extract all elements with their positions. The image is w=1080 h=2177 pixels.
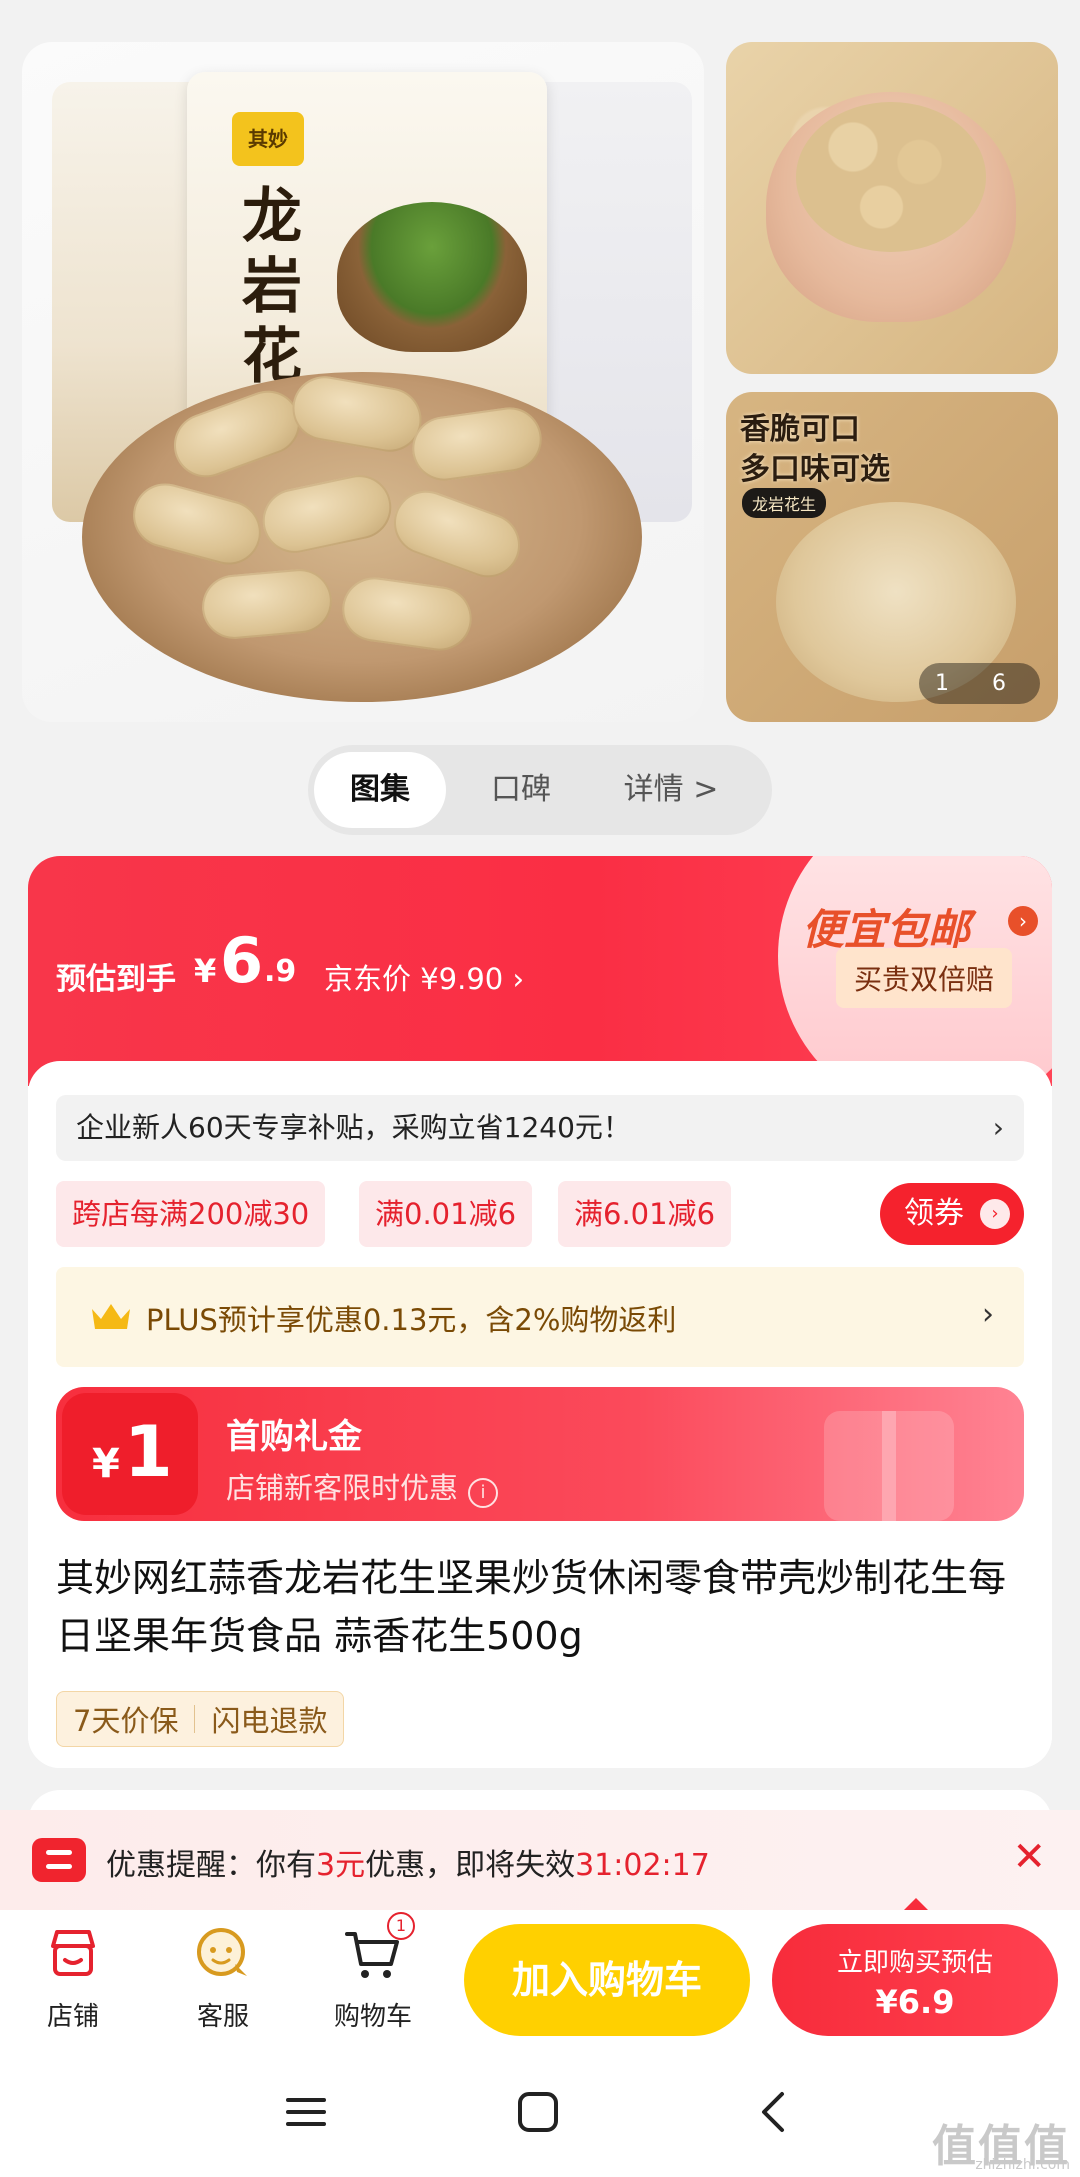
gift-subtitle: 店铺新客限时优惠 i: [226, 1465, 499, 1508]
customer-service-label: 客服: [196, 2002, 249, 2032]
chevron-right-icon[interactable]: ›: [1008, 906, 1038, 936]
back-icon[interactable]: [752, 2090, 796, 2134]
enterprise-subsidy-notice[interactable]: 企业新人60天专享补贴，采购立省1240元！ ›: [56, 1095, 1024, 1161]
close-icon[interactable]: ✕: [1012, 1834, 1046, 1880]
customer-service-icon: [193, 1924, 253, 1984]
plus-discount-text: PLUS预计享优惠0.13元，含2%购物返利: [146, 1303, 677, 1337]
store-icon: [43, 1924, 103, 1984]
product-title: 其妙网红蒜香龙岩花生坚果炒货休闲零食带壳炒制花生每日坚果年货食品 蒜香花生500…: [56, 1556, 1007, 1658]
main-product-image[interactable]: 其妙 龙岩花生: [22, 42, 704, 722]
home-icon[interactable]: [516, 2090, 560, 2134]
price-guarantee-badge: 买贵双倍赔: [836, 948, 1013, 1008]
price-card-body: 企业新人60天专享补贴，采购立省1240元！ › 跨店每满200减30 满0.0…: [28, 1061, 1052, 1768]
add-to-cart-button[interactable]: 加入购物车: [464, 1924, 750, 2036]
gift-currency: ¥: [92, 1441, 120, 1487]
product-gallery: 其妙 龙岩花生 香脆可口 多口味可选 龙岩花生 1 6: [0, 0, 1080, 725]
thumbnail-tag: 龙岩花生: [742, 488, 827, 518]
bottom-action-bar: 店铺 客服 1 购物车 加入购物车 立即购买预估 ¥6.9: [0, 1910, 1080, 2060]
brand-logo: 其妙: [232, 112, 304, 166]
thumbnail-hands[interactable]: [726, 42, 1058, 374]
price-banner: 预估到手 ¥ 6 .9 京东价 ¥9.90 › 便宜包邮 › 买贵双倍赔: [28, 856, 1052, 1116]
peanuts-in-hands: [796, 102, 986, 252]
cart-button[interactable]: 1 购物车: [318, 1912, 428, 2033]
countdown-timer: 31:02:17: [575, 1848, 710, 1883]
crown-icon: [92, 1304, 130, 1329]
gift-amount: 1: [124, 1411, 173, 1493]
reminder-text: 优惠提醒：你有3元优惠，即将失效31:02:17: [106, 1848, 710, 1883]
gift-amount-box: ¥ 1: [62, 1393, 198, 1515]
thumbnail-caption: 香脆可口 多口味可选: [740, 412, 890, 487]
cart-label: 购物车: [333, 2002, 412, 2032]
menu-icon[interactable]: [284, 2090, 328, 2134]
chevron-right-icon: ›: [982, 1297, 994, 1332]
gift-box-icon: [824, 1411, 954, 1521]
package-illustration: [337, 202, 527, 352]
cart-icon: 1: [343, 1912, 415, 1984]
service-tag-price-protection: 7天价保: [73, 1704, 179, 1738]
image-counter: 1 6: [919, 663, 1040, 704]
arrow-right-circle-icon: ›: [980, 1199, 1010, 1229]
plus-member-row[interactable]: PLUS预计享优惠0.13元，含2%购物返利 ›: [56, 1267, 1024, 1367]
store-label: 店铺: [46, 2002, 99, 2032]
coupon-icon: [32, 1838, 86, 1882]
tab-gallery[interactable]: 图集: [314, 752, 446, 828]
coupon-row: 跨店每满200减30 满0.01减6 满6.01减6 领券 ›: [56, 1181, 1024, 1247]
coupon-tag[interactable]: 满6.01减6: [558, 1181, 732, 1247]
tab-reviews[interactable]: 口碑: [446, 752, 596, 828]
estimate-label: 预估到手: [56, 962, 176, 997]
watermark-url: zhizhizhi.com: [975, 2157, 1070, 2173]
tab-details[interactable]: 详情 >: [596, 752, 746, 828]
service-tags[interactable]: 7天价保 闪电退款: [56, 1691, 345, 1747]
cart-count-badge: 1: [387, 1912, 415, 1940]
estimate-price-integer: 6: [220, 924, 264, 997]
thumbnail-basket[interactable]: 香脆可口 多口味可选 龙岩花生 1 6: [726, 392, 1058, 722]
content-tabs: 图集 口碑 详情 >: [308, 745, 772, 835]
gift-title: 首购礼金: [226, 1417, 362, 1457]
service-tag-fast-refund: 闪电退款: [211, 1704, 328, 1738]
chevron-right-icon: ›: [512, 962, 525, 996]
buy-now-button[interactable]: 立即购买预估 ¥6.9: [772, 1924, 1058, 2036]
jd-price-link[interactable]: 京东价 ¥9.90 ›: [324, 956, 524, 998]
price-card: 预估到手 ¥ 6 .9 京东价 ¥9.90 › 便宜包邮 › 买贵双倍赔 企业新…: [28, 856, 1052, 1768]
system-nav-bar: [0, 2060, 1080, 2177]
info-icon[interactable]: i: [468, 1478, 499, 1508]
coupon-tag[interactable]: 跨店每满200减30: [56, 1181, 326, 1247]
chevron-right-icon: ›: [992, 1111, 1004, 1144]
estimate-currency: ¥: [194, 952, 217, 990]
first-purchase-gift-banner[interactable]: ¥ 1 首购礼金 店铺新客限时优惠 i: [56, 1387, 1024, 1521]
customer-service-button[interactable]: 客服: [168, 1924, 278, 2033]
claim-coupon-button[interactable]: 领券 ›: [880, 1183, 1024, 1245]
store-button[interactable]: 店铺: [18, 1924, 128, 2033]
discount-reminder-bar[interactable]: 优惠提醒：你有3元优惠，即将失效31:02:17 ✕: [0, 1810, 1080, 1910]
coupon-tag[interactable]: 满0.01减6: [359, 1181, 533, 1247]
estimate-price-decimal: .9: [264, 954, 297, 989]
